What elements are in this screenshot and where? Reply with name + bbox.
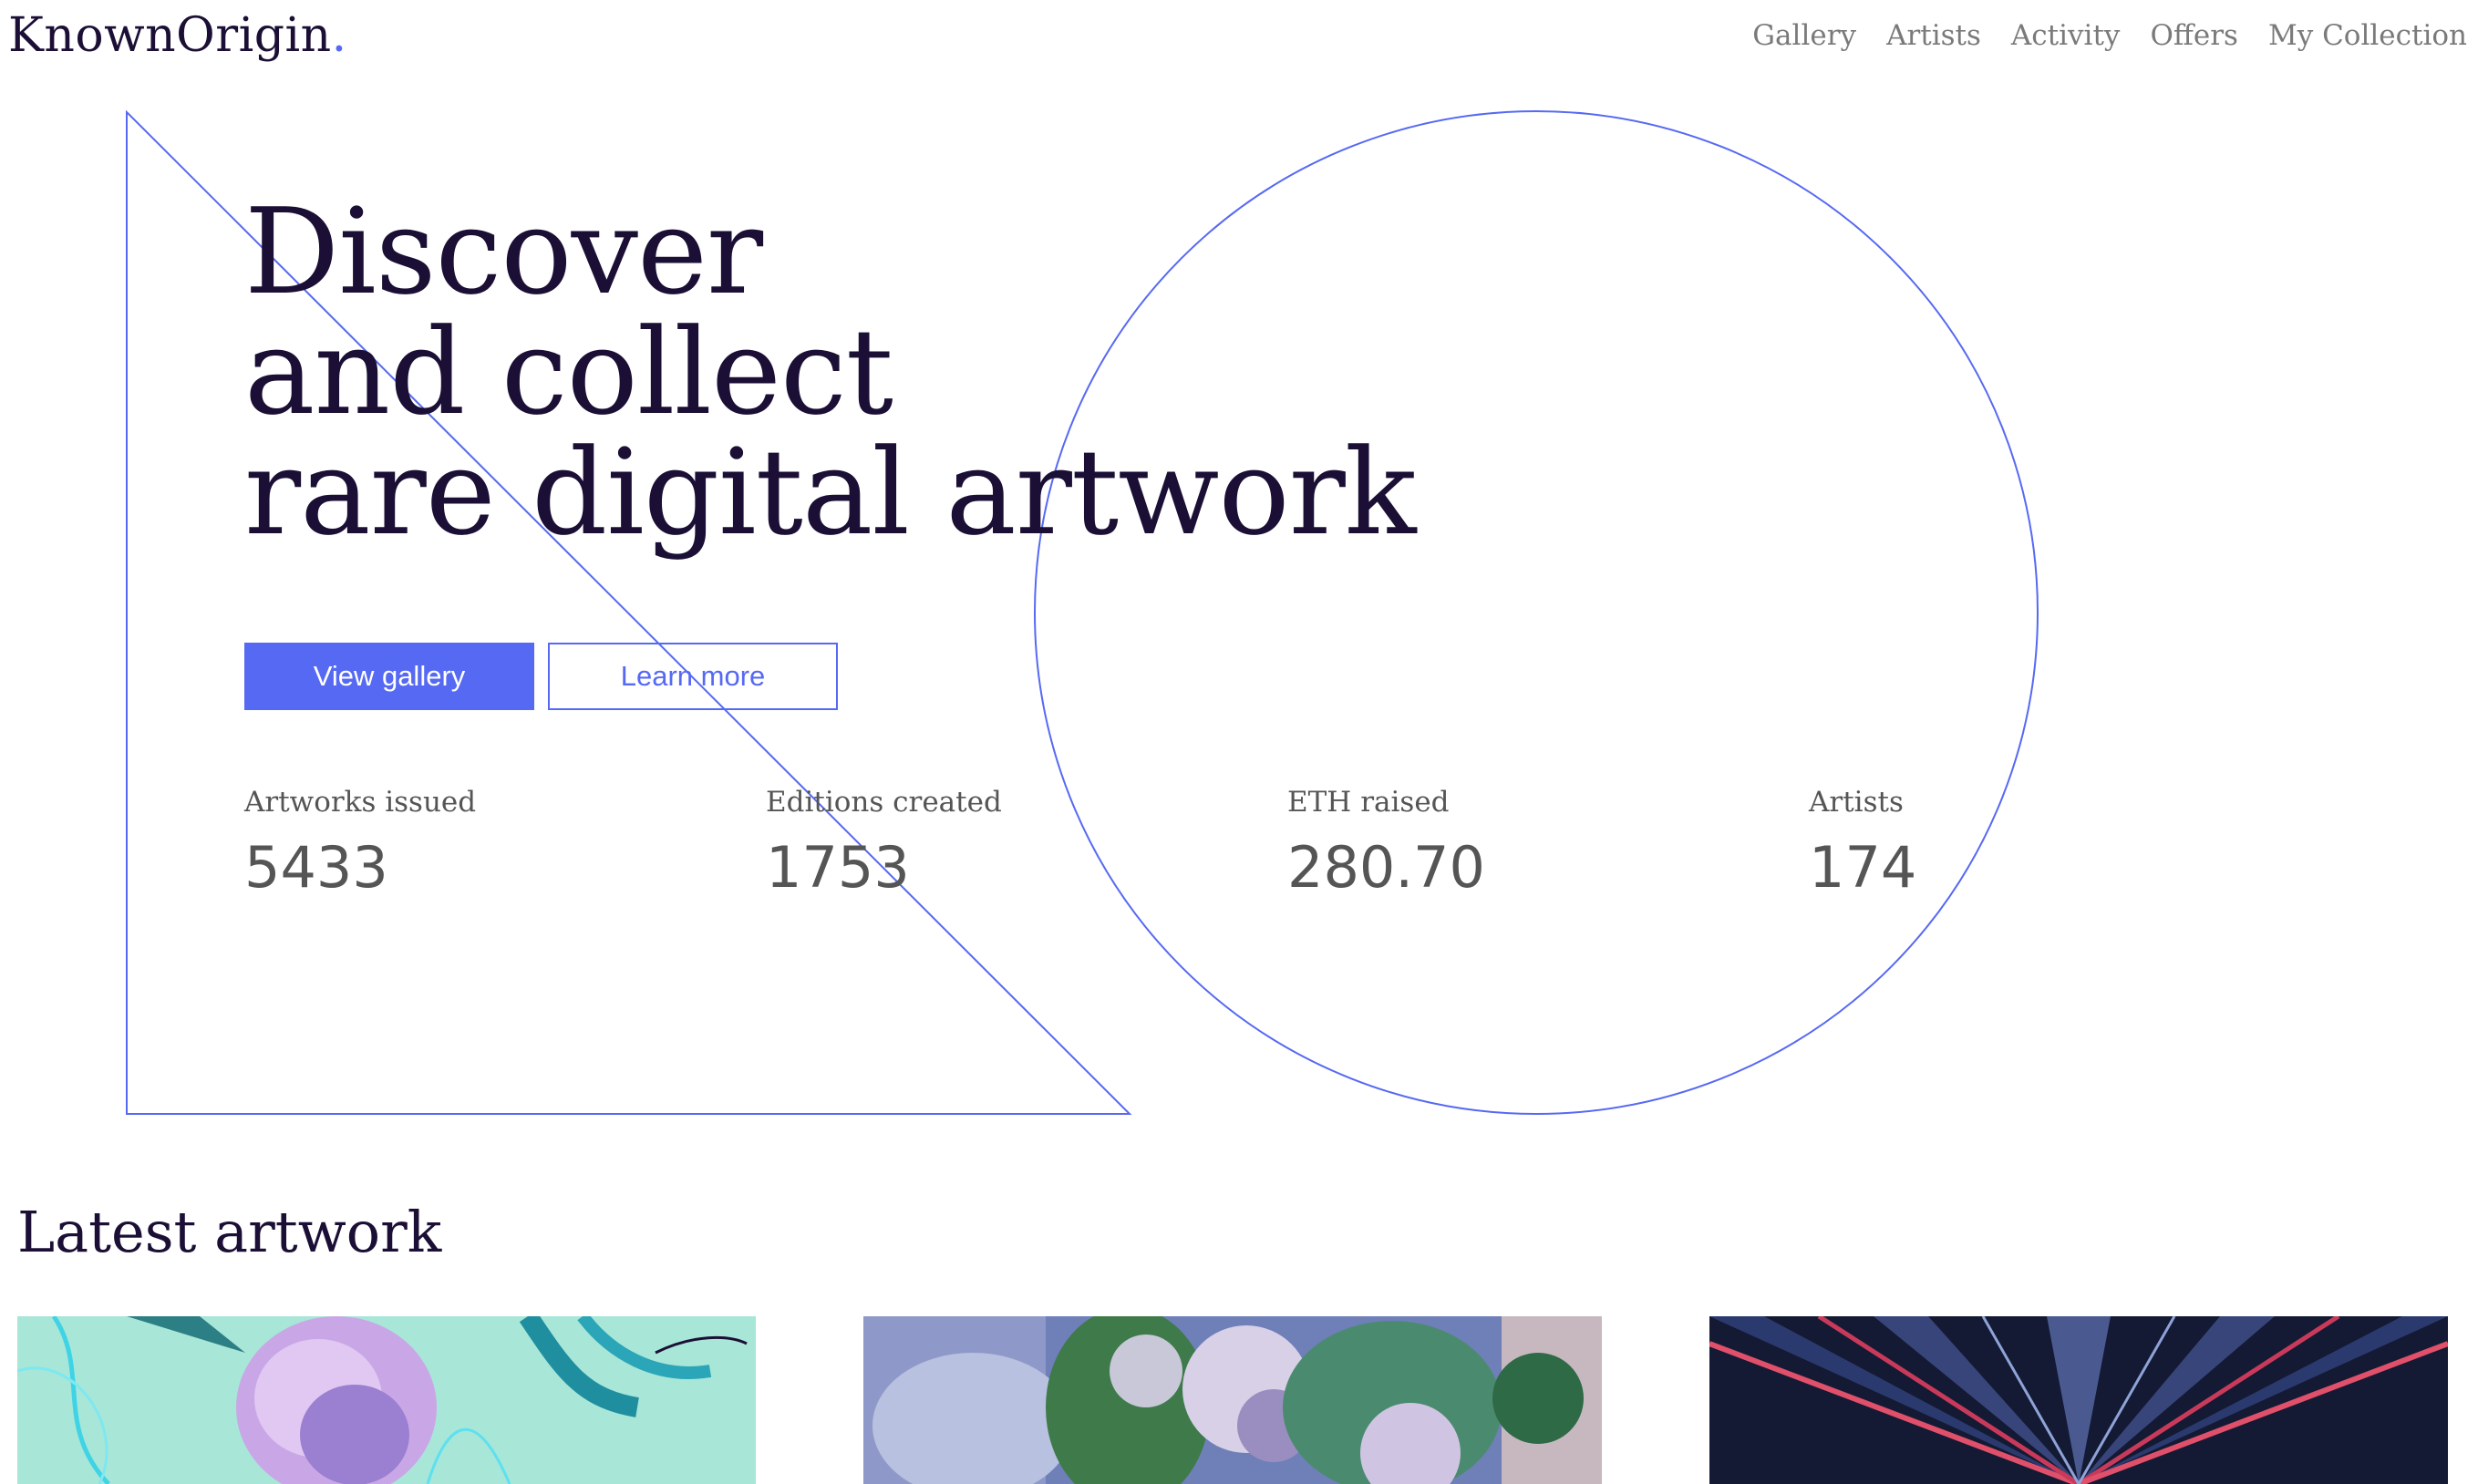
hero-line-3: rare digital artwork	[244, 423, 1417, 562]
nav-offers[interactable]: Offers	[2150, 19, 2238, 52]
stat-label: Artists	[1809, 786, 1904, 819]
view-gallery-button[interactable]: View gallery	[244, 643, 534, 710]
artwork-image	[863, 1316, 1602, 1484]
artwork-card-2[interactable]	[863, 1316, 1602, 1484]
logo-text: KnownOrigin	[8, 8, 332, 63]
stat-artworks-issued: Artworks issued 5433	[244, 779, 476, 907]
nav-artists[interactable]: Artists	[1886, 19, 1981, 52]
stat-label: Artworks issued	[244, 786, 477, 819]
stat-label: Editions created	[766, 786, 1002, 819]
stat-artists: Artists 174	[1809, 779, 1916, 907]
site-logo[interactable]: KnownOrigin.	[8, 0, 347, 71]
nav-my-collection[interactable]: My Collection	[2268, 19, 2467, 52]
stat-eth-raised: ETH raised 280.70	[1287, 779, 1485, 907]
stat-value: 1753	[766, 834, 910, 901]
learn-more-button[interactable]: Learn more	[548, 643, 838, 710]
hero-line-2: and collect	[244, 303, 893, 441]
artwork-image	[1709, 1316, 2448, 1484]
nav-activity[interactable]: Activity	[2011, 19, 2121, 52]
nav-gallery[interactable]: Gallery	[1752, 19, 1856, 52]
latest-artwork-title: Latest artwork	[17, 1199, 442, 1265]
stat-label: ETH raised	[1287, 786, 1450, 819]
stat-value: 174	[1809, 834, 1917, 901]
main-nav: Gallery Artists Activity Offers My Colle…	[1722, 0, 2467, 71]
artwork-card-3[interactable]	[1709, 1316, 2448, 1484]
artwork-image	[17, 1316, 756, 1484]
stat-value: 5433	[244, 834, 388, 901]
hero-line-1: Discover	[244, 182, 763, 321]
logo-dot: .	[331, 8, 347, 63]
stat-editions-created: Editions created 1753	[766, 779, 1002, 907]
hero-heading: Discover and collect rare digital artwor…	[244, 182, 1417, 562]
stat-value: 280.70	[1287, 834, 1485, 901]
artwork-card-1[interactable]	[17, 1316, 756, 1484]
